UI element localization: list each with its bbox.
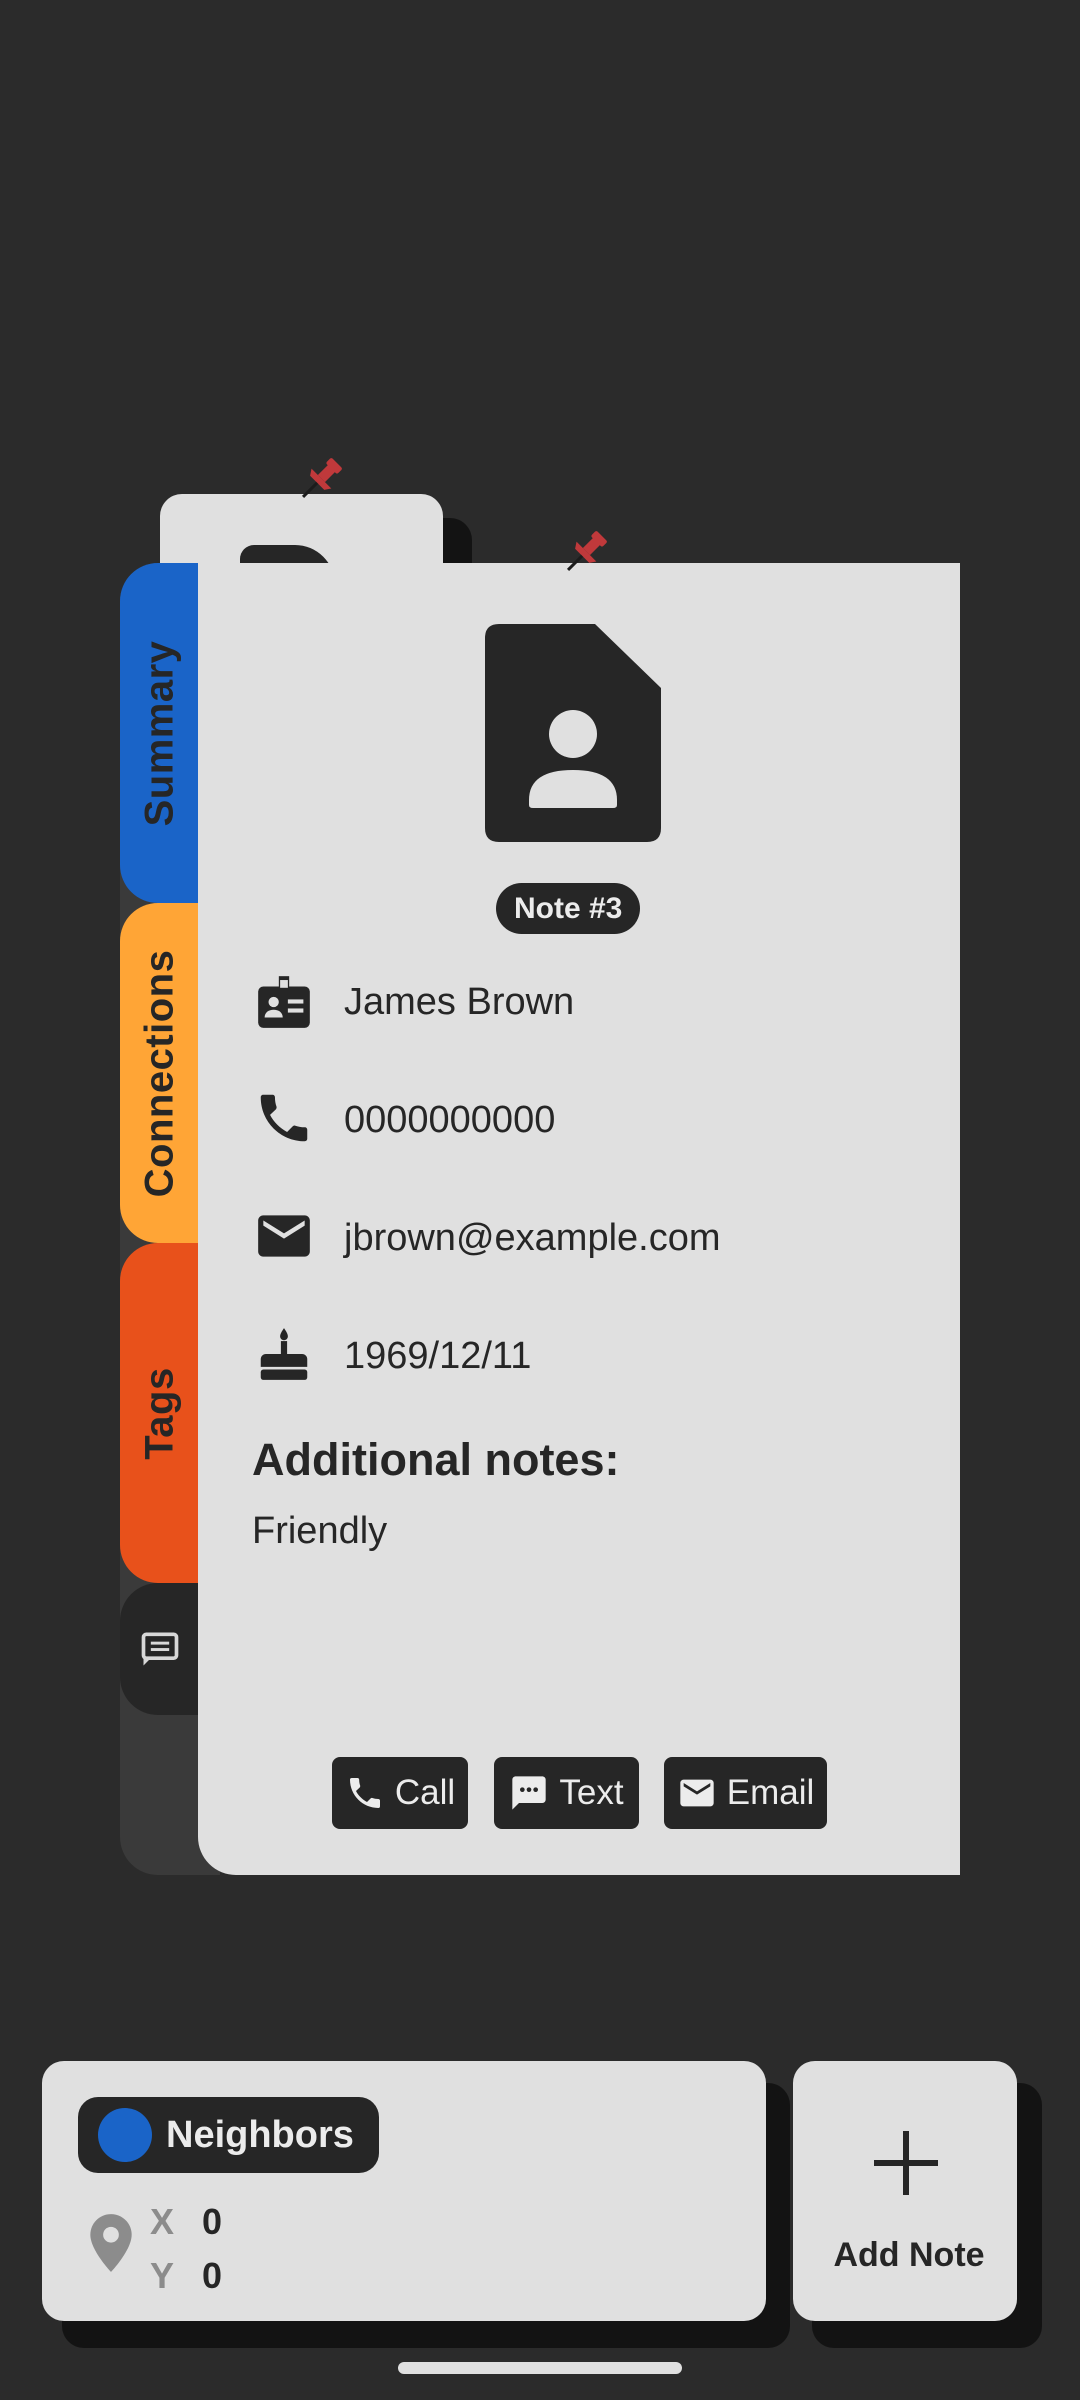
group-chip-label: Neighbors	[166, 2113, 354, 2156]
cake-icon	[260, 1328, 308, 1380]
tab-tags-label: Tags	[137, 1366, 182, 1460]
location-pin-icon	[90, 2214, 132, 2272]
plus-icon	[874, 2131, 938, 2195]
email-button[interactable]: Email	[664, 1757, 827, 1829]
mail-icon	[258, 1215, 310, 1257]
tab-summary-label: Summary	[137, 640, 182, 826]
contact-phone: 0000000000	[344, 1099, 556, 1141]
notes-icon	[141, 1632, 179, 1666]
pin-icon	[566, 531, 607, 572]
text-button-label: Text	[559, 1773, 624, 1812]
home-indicator[interactable]	[398, 2362, 682, 2374]
note-number-badge: Note #3	[496, 883, 641, 934]
call-button[interactable]: Call	[332, 1757, 468, 1829]
tab-connections[interactable]: Connections	[120, 903, 200, 1243]
call-button-label: Call	[394, 1773, 456, 1812]
contact-document-icon	[485, 624, 661, 842]
contact-name: James Brown	[344, 981, 575, 1023]
additional-notes-text: Friendly	[252, 1510, 388, 1552]
contact-email: jbrown@example.com	[344, 1217, 721, 1259]
x-coordinate-value: 0	[202, 2201, 223, 2242]
additional-notes-heading: Additional notes:	[252, 1434, 620, 1485]
phone-icon	[349, 1778, 380, 1808]
group-color-dot	[98, 2108, 152, 2162]
text-button[interactable]: Text	[494, 1757, 639, 1829]
mail-icon	[680, 1779, 714, 1807]
tab-notes[interactable]	[120, 1583, 200, 1715]
contact-birthday: 1969/12/11	[344, 1335, 532, 1377]
tab-connections-label: Connections	[137, 949, 182, 1197]
y-coordinate-value: 0	[202, 2255, 223, 2296]
contact-card-icon	[258, 976, 310, 1028]
tab-tags[interactable]: Tags	[120, 1243, 200, 1583]
group-chip[interactable]: Neighbors	[78, 2097, 379, 2173]
x-coordinate-label: X	[150, 2201, 175, 2242]
pin-icon	[301, 458, 342, 499]
add-note-label: Add Note	[833, 2236, 985, 2274]
message-icon	[512, 1776, 547, 1810]
y-coordinate-label: Y	[150, 2255, 175, 2296]
tab-summary[interactable]: Summary	[120, 563, 200, 903]
email-button-label: Email	[726, 1773, 815, 1812]
phone-icon	[260, 1094, 308, 1142]
